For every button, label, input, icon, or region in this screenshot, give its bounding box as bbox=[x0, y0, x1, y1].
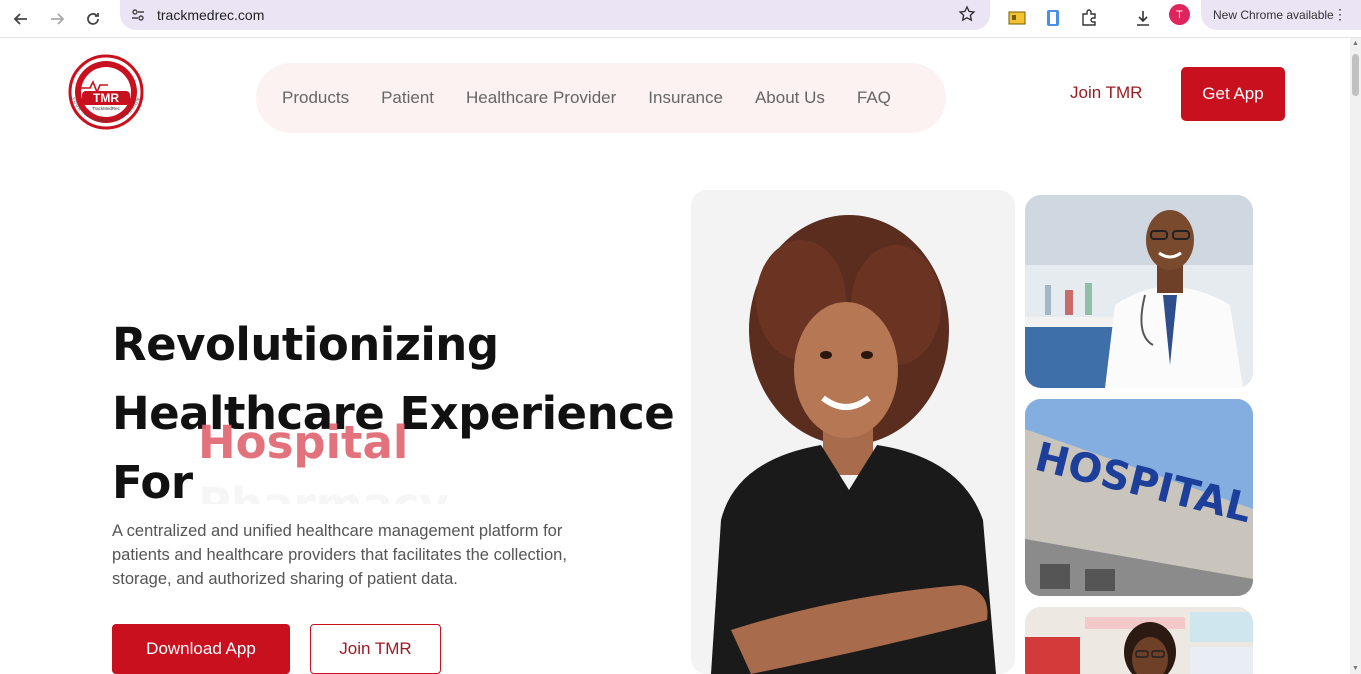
logo-subtext: TrackMedRec bbox=[92, 106, 121, 111]
puzzle-icon[interactable] bbox=[1077, 6, 1101, 30]
nav-item-products[interactable]: Products bbox=[282, 88, 349, 108]
main-nav: Products Patient Healthcare Provider Ins… bbox=[256, 63, 946, 133]
download-app-button[interactable]: Download App bbox=[112, 624, 290, 674]
hero-woman-image bbox=[691, 190, 1015, 674]
scroll-down-icon[interactable]: ▼ bbox=[1352, 665, 1359, 672]
tmr-logo[interactable]: TMR TrackMedRec YOUR RECORDS YOUR DESIGN bbox=[62, 52, 152, 142]
address-bar[interactable]: trackmedrec.com bbox=[120, 0, 990, 30]
menu-dots-icon[interactable]: ⋮ bbox=[1333, 6, 1347, 23]
update-text: New Chrome available bbox=[1213, 8, 1334, 22]
extension-icon[interactable] bbox=[1041, 6, 1065, 30]
join-tmr-button[interactable]: Join TMR bbox=[310, 624, 441, 674]
nav-item-insurance[interactable]: Insurance bbox=[648, 88, 723, 108]
rotating-word-next: Pharmacy bbox=[198, 478, 449, 504]
join-tmr-link[interactable]: Join TMR bbox=[1070, 83, 1142, 103]
extension-icon[interactable] bbox=[1005, 6, 1029, 30]
chrome-update-button[interactable]: New Chrome available ⋮ bbox=[1201, 0, 1361, 30]
reload-icon[interactable] bbox=[80, 6, 106, 32]
hero-title-line: Revolutionizing bbox=[112, 318, 499, 371]
browser-toolbar: trackmedrec.com T New Chrome available ⋮ bbox=[0, 0, 1361, 38]
hospital-building-image: HOSPITAL bbox=[1025, 399, 1253, 596]
pharmacy-image bbox=[1025, 607, 1253, 674]
scroll-up-icon[interactable]: ▲ bbox=[1352, 40, 1359, 47]
url-text[interactable]: trackmedrec.com bbox=[157, 7, 264, 23]
nav-item-faq[interactable]: FAQ bbox=[857, 88, 891, 108]
rotating-word-current: Hospital bbox=[198, 416, 409, 469]
page-content: TMR TrackMedRec YOUR RECORDS YOUR DESIGN… bbox=[0, 38, 1350, 674]
site-settings-icon[interactable] bbox=[130, 7, 146, 28]
doctor-image bbox=[1025, 195, 1253, 388]
nav-item-patient[interactable]: Patient bbox=[381, 88, 434, 108]
nav-item-healthcare-provider[interactable]: Healthcare Provider bbox=[466, 88, 616, 108]
nav-item-about-us[interactable]: About Us bbox=[755, 88, 825, 108]
download-icon[interactable] bbox=[1131, 6, 1155, 30]
bookmark-star-icon[interactable] bbox=[958, 5, 976, 28]
logo-text: TMR bbox=[93, 91, 119, 105]
scrollbar-thumb[interactable] bbox=[1352, 54, 1359, 96]
back-arrow-icon[interactable] bbox=[8, 6, 34, 32]
forward-arrow-icon[interactable] bbox=[44, 6, 70, 32]
get-app-button[interactable]: Get App bbox=[1181, 67, 1285, 121]
page-scrollbar[interactable]: ▲ ▼ bbox=[1350, 38, 1361, 674]
profile-avatar[interactable]: T bbox=[1169, 4, 1190, 25]
hero-description: A centralized and unified healthcare man… bbox=[112, 522, 567, 588]
